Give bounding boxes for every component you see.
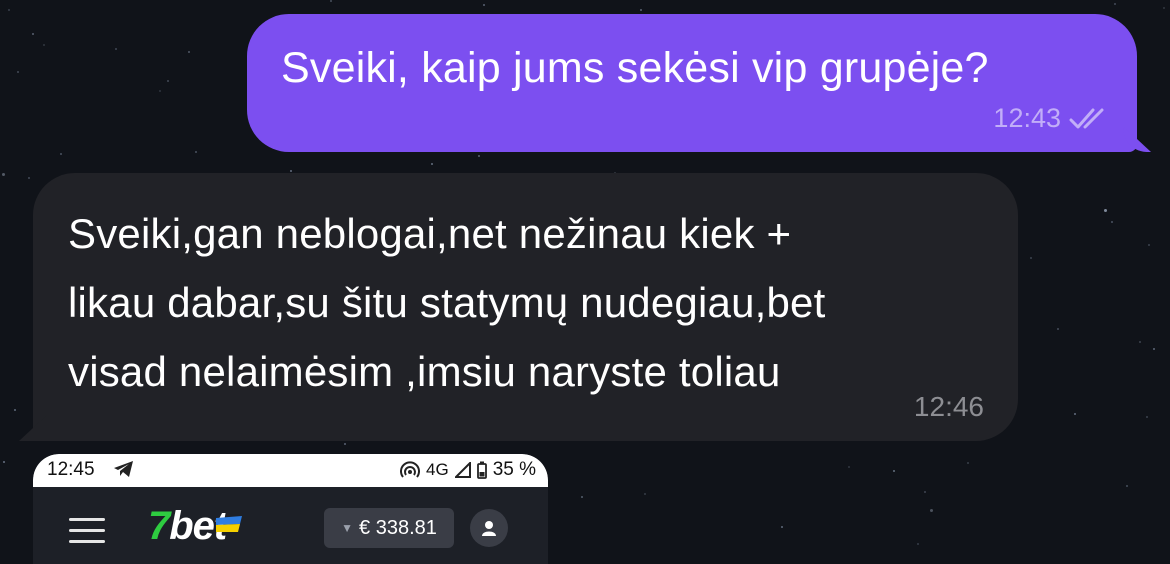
user-icon	[482, 521, 496, 536]
message-line: Sveiki,gan neblogai,net nežinau kiek +	[68, 210, 792, 257]
message-time: 12:43	[993, 103, 1061, 133]
star-dot	[17, 71, 19, 73]
star-dot	[115, 48, 117, 50]
star-dot	[1111, 221, 1113, 223]
status-time: 12:45	[47, 459, 95, 480]
star-dot	[188, 51, 190, 53]
star-dot	[1104, 209, 1107, 212]
star-dot	[3, 461, 5, 463]
battery-percent: 35 %	[492, 459, 536, 480]
flag-icon	[216, 516, 243, 533]
star-dot	[478, 155, 480, 157]
star-dot	[195, 151, 197, 153]
star-dot	[290, 170, 292, 172]
message-line: visad nelaimėsim ,imsiu naryste toliau	[68, 348, 781, 395]
star-dot	[14, 409, 16, 411]
star-dot	[1163, 7, 1165, 9]
star-dot	[930, 509, 933, 512]
hotspot-icon	[400, 461, 420, 478]
star-dot	[1139, 341, 1141, 343]
message-time: 12:46	[913, 391, 984, 422]
brand-logo[interactable]: 7bet	[148, 504, 243, 549]
star-dot	[167, 80, 169, 82]
message-text: Sveiki,gan neblogai,net nežinau kiek + l…	[68, 199, 1018, 406]
status-indicators: 4G 35 %	[400, 459, 536, 481]
star-dot	[28, 177, 30, 179]
star-dot	[159, 90, 161, 92]
star-dot	[1153, 348, 1155, 350]
star-dot	[924, 491, 926, 493]
signal-icon	[454, 462, 471, 478]
star-dot	[2, 173, 5, 176]
star-dot	[1146, 416, 1148, 418]
star-dot	[43, 44, 45, 46]
star-dot	[1074, 413, 1076, 415]
network-type: 4G	[426, 460, 449, 479]
caret-down-icon: ▼	[341, 521, 354, 535]
balance-dropdown[interactable]: ▼ € 338.81	[324, 508, 454, 548]
phone-status-bar: 12:45 4G 35 %	[33, 454, 548, 487]
star-dot	[848, 466, 850, 468]
star-dot	[330, 0, 332, 2]
incoming-message-bubble[interactable]: Sveiki,gan neblogai,net nežinau kiek + l…	[19, 173, 1018, 441]
star-dot	[644, 493, 646, 495]
star-dot	[8, 9, 10, 11]
star-dot	[1126, 485, 1128, 487]
outgoing-message-bubble[interactable]: Sveiki, kaip jums sekėsi vip grupėje? 12…	[247, 14, 1151, 152]
message-meta: 12:43	[993, 103, 1111, 134]
message-line: likau dabar,su šitu statymų nudegiau,bet	[68, 279, 826, 326]
double-check-icon	[1069, 108, 1104, 128]
telegram-icon	[114, 461, 133, 477]
star-dot	[32, 33, 34, 35]
star-dot	[581, 496, 583, 498]
star-dot	[640, 9, 642, 11]
star-dot	[893, 470, 895, 472]
attached-screenshot-image[interactable]: 12:45 4G 35 % 7bet ▼ € 338.81	[33, 454, 548, 564]
star-dot	[917, 543, 919, 545]
star-dot	[781, 526, 783, 528]
user-profile-button[interactable]	[470, 509, 508, 547]
message-text: Sveiki, kaip jums sekėsi vip grupėje?	[281, 44, 989, 92]
balance-amount: € 338.81	[359, 516, 437, 539]
star-dot	[431, 163, 433, 165]
star-dot	[1148, 244, 1150, 246]
star-dot	[483, 4, 485, 6]
star-dot	[1114, 3, 1116, 5]
star-dot	[60, 153, 62, 155]
star-dot	[1030, 257, 1032, 259]
star-dot	[1057, 328, 1059, 330]
battery-icon	[476, 461, 487, 479]
hamburger-menu-icon[interactable]	[69, 518, 105, 551]
star-dot	[344, 443, 346, 445]
star-dot	[967, 462, 969, 464]
